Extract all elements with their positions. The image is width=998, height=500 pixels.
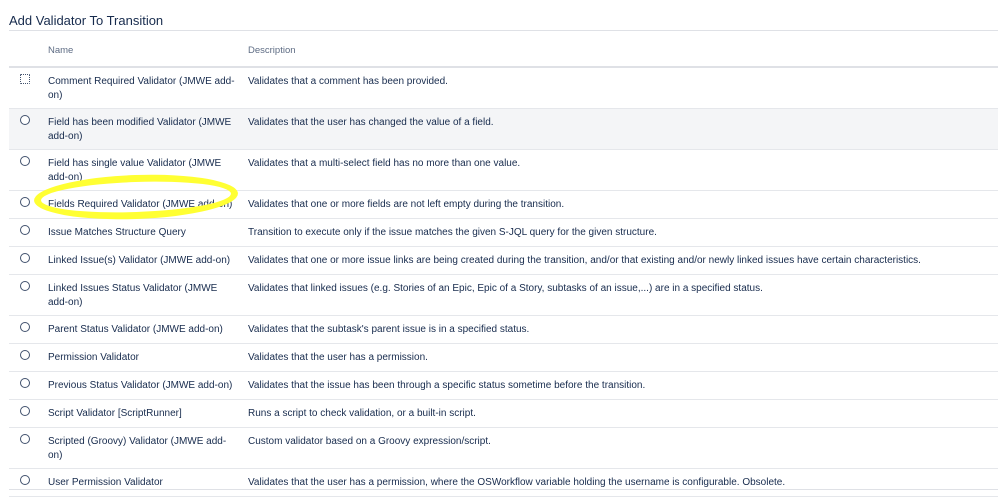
validator-table: Name Description Comment Required Valida… bbox=[9, 40, 998, 497]
radio-button[interactable] bbox=[20, 322, 30, 332]
table-row[interactable]: Comment Required Validator (JMWE add-on)… bbox=[9, 67, 998, 109]
validator-name: Previous Status Validator (JMWE add-on) bbox=[48, 380, 233, 391]
radio-button[interactable] bbox=[20, 406, 30, 416]
validator-description: Validates that the user has changed the … bbox=[248, 117, 494, 128]
radio-button[interactable] bbox=[20, 197, 30, 207]
radio-button[interactable] bbox=[20, 281, 30, 291]
header-description: Description bbox=[238, 40, 998, 68]
validator-description: Validates that a comment has been provid… bbox=[248, 76, 448, 87]
validator-name: Linked Issue(s) Validator (JMWE add-on) bbox=[48, 255, 231, 266]
table-row[interactable]: Parent Status Validator (JMWE add-on) Va… bbox=[9, 316, 998, 344]
table-row[interactable]: Script Validator [ScriptRunner] Runs a s… bbox=[9, 400, 998, 428]
radio-button[interactable] bbox=[20, 74, 30, 84]
radio-button[interactable] bbox=[20, 225, 30, 235]
table-row[interactable]: Previous Status Validator (JMWE add-on) … bbox=[9, 372, 998, 400]
validator-description: Validates that the user has a permission… bbox=[248, 352, 428, 363]
table-row[interactable]: Linked Issue(s) Validator (JMWE add-on) … bbox=[9, 247, 998, 275]
validator-description: Transition to execute only if the issue … bbox=[248, 227, 657, 238]
validator-name: Script Validator [ScriptRunner] bbox=[48, 408, 182, 419]
radio-button[interactable] bbox=[20, 156, 30, 166]
validator-name: Linked Issues Status Validator (JMWE add… bbox=[48, 283, 218, 308]
validator-name: Scripted (Groovy) Validator (JMWE add-on… bbox=[48, 436, 227, 461]
radio-button[interactable] bbox=[20, 115, 30, 125]
validator-description: Validates that a multi-select field has … bbox=[248, 158, 521, 169]
validator-name: Permission Validator bbox=[48, 352, 139, 363]
title-divider bbox=[9, 30, 998, 31]
radio-button[interactable] bbox=[20, 434, 30, 444]
validator-name: Parent Status Validator (JMWE add-on) bbox=[48, 324, 223, 335]
bottom-divider bbox=[9, 489, 998, 490]
table-row[interactable]: Field has been modified Validator (JMWE … bbox=[9, 108, 998, 150]
validator-description: Validates that the user has a permission… bbox=[248, 477, 786, 488]
table-row[interactable]: Fields Required Validator (JMWE add-on) … bbox=[9, 191, 998, 219]
validator-name: Issue Matches Structure Query bbox=[48, 227, 186, 238]
validator-description: Validates that linked issues (e.g. Stori… bbox=[248, 283, 763, 294]
table-row[interactable]: Issue Matches Structure Query Transition… bbox=[9, 219, 998, 247]
validator-name: Field has single value Validator (JMWE a… bbox=[48, 158, 222, 183]
validator-name: Fields Required Validator (JMWE add-on) bbox=[48, 199, 233, 210]
radio-button[interactable] bbox=[20, 378, 30, 388]
table-row[interactable]: User Permission Validator Validates that… bbox=[9, 469, 998, 497]
table-row[interactable]: Scripted (Groovy) Validator (JMWE add-on… bbox=[9, 428, 998, 469]
validator-description: Validates that the subtask's parent issu… bbox=[248, 324, 530, 335]
validator-description: Validates that one or more issue links a… bbox=[248, 255, 921, 266]
validator-name: Comment Required Validator (JMWE add-on) bbox=[48, 76, 235, 101]
validator-description: Runs a script to check validation, or a … bbox=[248, 408, 476, 419]
radio-button[interactable] bbox=[20, 253, 30, 263]
table-row[interactable]: Permission Validator Validates that the … bbox=[9, 344, 998, 372]
validator-description: Custom validator based on a Groovy expre… bbox=[248, 436, 491, 447]
header-name: Name bbox=[38, 40, 238, 68]
validator-description: Validates that the issue has been throug… bbox=[248, 380, 646, 391]
table-header-row: Name Description bbox=[9, 40, 998, 68]
validator-name: User Permission Validator bbox=[48, 477, 163, 488]
validator-name: Field has been modified Validator (JMWE … bbox=[48, 117, 232, 142]
header-select bbox=[9, 40, 38, 68]
page-title: Add Validator To Transition bbox=[9, 13, 164, 28]
table-row[interactable]: Field has single value Validator (JMWE a… bbox=[9, 150, 998, 191]
table-row[interactable]: Linked Issues Status Validator (JMWE add… bbox=[9, 275, 998, 316]
radio-button[interactable] bbox=[20, 475, 30, 485]
validator-description: Validates that one or more fields are no… bbox=[248, 199, 565, 210]
radio-button[interactable] bbox=[20, 350, 30, 360]
